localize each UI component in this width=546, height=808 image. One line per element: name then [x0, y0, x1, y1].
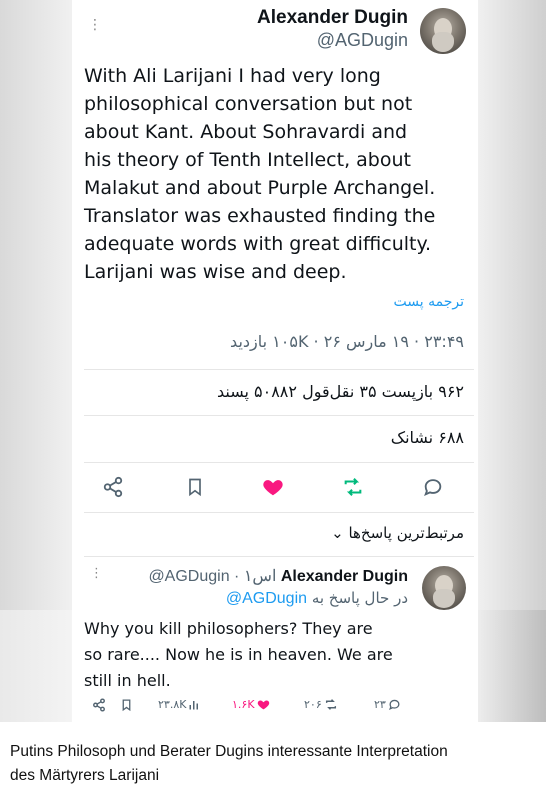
retweet-icon — [325, 699, 336, 710]
tweet-bookmark-count[interactable]: ۶۸۸ نشانک — [391, 428, 464, 447]
divider — [84, 369, 474, 370]
more-options-icon[interactable]: ⋮ — [88, 14, 102, 36]
caption-line: Putins Philosoph und Berater Dugins inte… — [10, 743, 448, 760]
share-icon — [93, 698, 105, 712]
retweet-icon — [344, 478, 362, 496]
avatar[interactable] — [420, 8, 466, 54]
avatar[interactable] — [422, 566, 466, 610]
tweet-text-line: With Ali Larijani I had very long — [84, 65, 381, 87]
heart-icon — [257, 700, 269, 710]
reply-tweet[interactable]: ⋮ @AGDugin · ۱اس Alexander Dugin @AGDugi… — [72, 556, 478, 722]
bar-chart-icon — [189, 700, 199, 709]
heart-icon — [263, 480, 283, 496]
bookmark-icon — [189, 478, 201, 497]
author-name[interactable]: Alexander Dugin — [257, 7, 408, 29]
tweet-header: ⋮ Alexander Dugin @AGDugin — [72, 0, 478, 60]
reply-retweet-button[interactable]: ۲۰۶ — [304, 698, 340, 711]
bookmark-icon — [122, 699, 131, 712]
bookmark-button[interactable] — [180, 472, 210, 502]
reply-text-line: so rare.... Now he is in heaven. We are — [84, 645, 393, 664]
tweet-text-line: Malakut and about Purple Archangel. — [84, 177, 436, 199]
reply-author-name[interactable]: Alexander Dugin — [281, 568, 408, 585]
reply-views-count: ۲۳.۸K — [158, 698, 187, 711]
divider — [84, 415, 474, 416]
tweet-text-line: his theory of Tenth Intellect, about — [84, 149, 411, 171]
reply-bookmark-button[interactable] — [120, 698, 135, 712]
reply-retweet-count: ۲۰۶ — [304, 698, 322, 711]
author-handle[interactable]: @AGDugin — [317, 30, 408, 51]
replying-to-line: @AGDugin در حال پاسخ به — [226, 589, 408, 608]
tweet-text-line: Translator was exhausted finding the — [84, 205, 436, 227]
avatar-beard — [433, 589, 455, 608]
divider — [84, 462, 474, 463]
reply-author-line: @AGDugin · ۱اس Alexander Dugin — [148, 566, 408, 586]
tweet-engagement-stats[interactable]: ۹۶۲ بازپست ۳۵ نقل‌قول ۵۰۸۸۲ پسند — [217, 382, 464, 401]
tweet-text-line: philosophical conversation but not — [84, 93, 413, 115]
image-caption: Putins Philosoph und Berater Dugins inte… — [0, 722, 546, 808]
reply-reply-button[interactable]: ۲۳ — [374, 698, 403, 711]
caption-line: des Märtyrers Larijani — [10, 767, 160, 784]
replying-to-label: در حال پاسخ به — [311, 589, 408, 607]
replying-to-handle[interactable]: @AGDugin — [226, 590, 307, 607]
reply-share-button[interactable] — [92, 698, 108, 712]
reply-like-count: ۱.۶K — [232, 698, 255, 711]
translate-post-link[interactable]: ترجمه پست — [394, 294, 464, 310]
reply-text-line: Why you kill philosophers? They are — [84, 619, 373, 638]
reply-handle-time: @AGDugin · ۱اس — [148, 568, 277, 585]
tweet-text-line: about Kant. About Sohravardi and — [84, 121, 408, 143]
tweet-text-line: Larijani was wise and deep. — [84, 261, 347, 283]
reply-icon — [424, 479, 442, 497]
like-button[interactable] — [258, 472, 288, 502]
tweet-text-line: adequate words with great difficulty. — [84, 233, 432, 255]
reply-text-line: still in hell. — [84, 671, 171, 690]
reply-views-button[interactable]: ۲۳.۸K — [158, 698, 202, 711]
reply-like-button[interactable]: ۱.۶K — [232, 698, 272, 711]
more-options-icon[interactable]: ⋮ — [90, 566, 103, 581]
tweet-action-bar — [72, 468, 478, 508]
reply-button[interactable] — [418, 472, 448, 502]
replies-sort-dropdown[interactable]: مرتبط‌ترین پاسخ‌ها ⌄ — [331, 524, 464, 542]
avatar-beard — [432, 32, 454, 52]
divider — [84, 512, 474, 513]
reply-reply-count: ۲۳ — [374, 698, 386, 711]
tweet-card: ⋮ Alexander Dugin @AGDugin With Ali Lari… — [72, 0, 478, 722]
reply-text: Why you kill philosophers? They are so r… — [84, 616, 414, 694]
tweet-text: With Ali Larijani I had very long philos… — [84, 62, 474, 286]
share-button[interactable] — [98, 472, 128, 502]
tweet-timestamp-views: ۲۳:۴۹ · ۱۹ مارس ۲۶ · ۱۰۵K بازدید — [230, 332, 464, 351]
reply-action-bar: ۲۳.۸K ۱.۶K ۲۰۶ ۲۳ — [72, 696, 478, 720]
retweet-button[interactable] — [338, 472, 368, 502]
reply-icon — [388, 699, 400, 711]
share-icon — [103, 476, 123, 498]
